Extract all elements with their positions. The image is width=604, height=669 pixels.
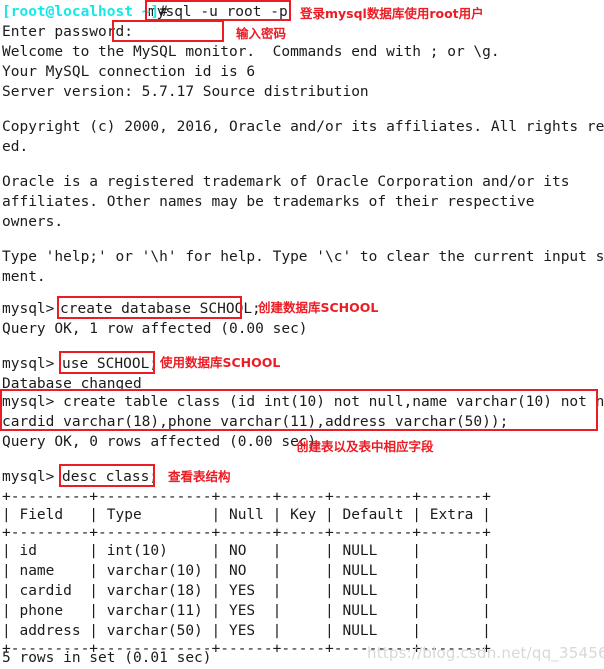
cmd-desc: desc class;	[62, 469, 159, 485]
table-row-id: | id | int(10) | NO | | NULL | |	[2, 543, 491, 559]
cmd-mysql-login: mysql -u root -p	[148, 4, 288, 20]
anno-desc: 查看表结构	[168, 469, 231, 484]
table-header-row: | Field | Type | Null | Key | Default | …	[2, 507, 491, 523]
cmd-create-db: create database SCHOOL;	[60, 301, 261, 317]
prompt-desc: mysql>	[2, 469, 64, 485]
table-row-address: | address | varchar(50) | YES | | NULL |…	[2, 623, 491, 639]
result-create-table: Query OK, 0 rows affected (0.00 sec)	[2, 434, 317, 450]
cmd-use-db: use SCHOOL;	[62, 356, 159, 372]
shell-prompt-line: [root@localhost ~]#	[2, 2, 168, 22]
prompt-use-db: mysql>	[2, 356, 64, 372]
trademark-1: Oracle is a registered trademark of Orac…	[2, 174, 570, 190]
result-use-db: Database changed	[2, 376, 142, 392]
table-row-name: | name | varchar(10) | NO | | NULL | |	[2, 563, 491, 579]
prompt-symbol: #	[159, 4, 168, 20]
table-row-phone: | phone | varchar(11) | YES | | NULL | |	[2, 603, 491, 619]
trademark-3: owners.	[2, 214, 64, 230]
prompt-create-db: mysql>	[2, 301, 64, 317]
help-hint-2: ment.	[2, 269, 46, 285]
copyright-1: Copyright (c) 2000, 2016, Oracle and/or …	[2, 119, 604, 135]
result-rows-count: 5 rows in set (0.01 sec)	[2, 650, 212, 666]
trademark-2: affiliates. Other names may be trademark…	[2, 194, 535, 210]
enter-password: Enter password:	[2, 24, 133, 40]
help-hint-1: Type 'help;' or '\h' for help. Type '\c'…	[2, 249, 604, 265]
anno-login: 登录mysql数据库使用root用户	[300, 6, 484, 21]
welcome: Welcome to the MySQL monitor. Commands e…	[2, 44, 500, 60]
anno-create-table: 创建表以及表中相应字段	[296, 439, 434, 454]
cmd-create-table-2: cardid varchar(18),phone varchar(11),add…	[2, 414, 509, 430]
copyright-2: ed.	[2, 139, 29, 155]
table-border-mid: +---------+-------------+------+-----+--…	[2, 525, 491, 541]
anno-use-db: 使用数据库SCHOOL	[160, 355, 281, 370]
table-row-cardid: | cardid | varchar(18) | YES | | NULL | …	[2, 583, 491, 599]
terminal-window[interactable]: mysql -u root -p Enter password: Welcome t…	[0, 0, 604, 669]
cmd-create-table-1: mysql> create table class (id int(10) no…	[2, 394, 604, 410]
connection-id: Your MySQL connection id is 6	[2, 64, 256, 80]
anno-password: 输入密码	[236, 26, 287, 41]
prompt-host: [root@localhost ~]	[2, 4, 160, 20]
result-create-db: Query OK, 1 row affected (0.00 sec)	[2, 321, 308, 337]
table-border-top: +---------+-------------+------+-----+--…	[2, 489, 491, 505]
server-version: Server version: 5.7.17 Source distributi…	[2, 84, 369, 100]
watermark: https://blog.csdn.net/qq_35456705	[367, 644, 604, 662]
anno-create-db: 创建数据库SCHOOL	[258, 300, 379, 315]
